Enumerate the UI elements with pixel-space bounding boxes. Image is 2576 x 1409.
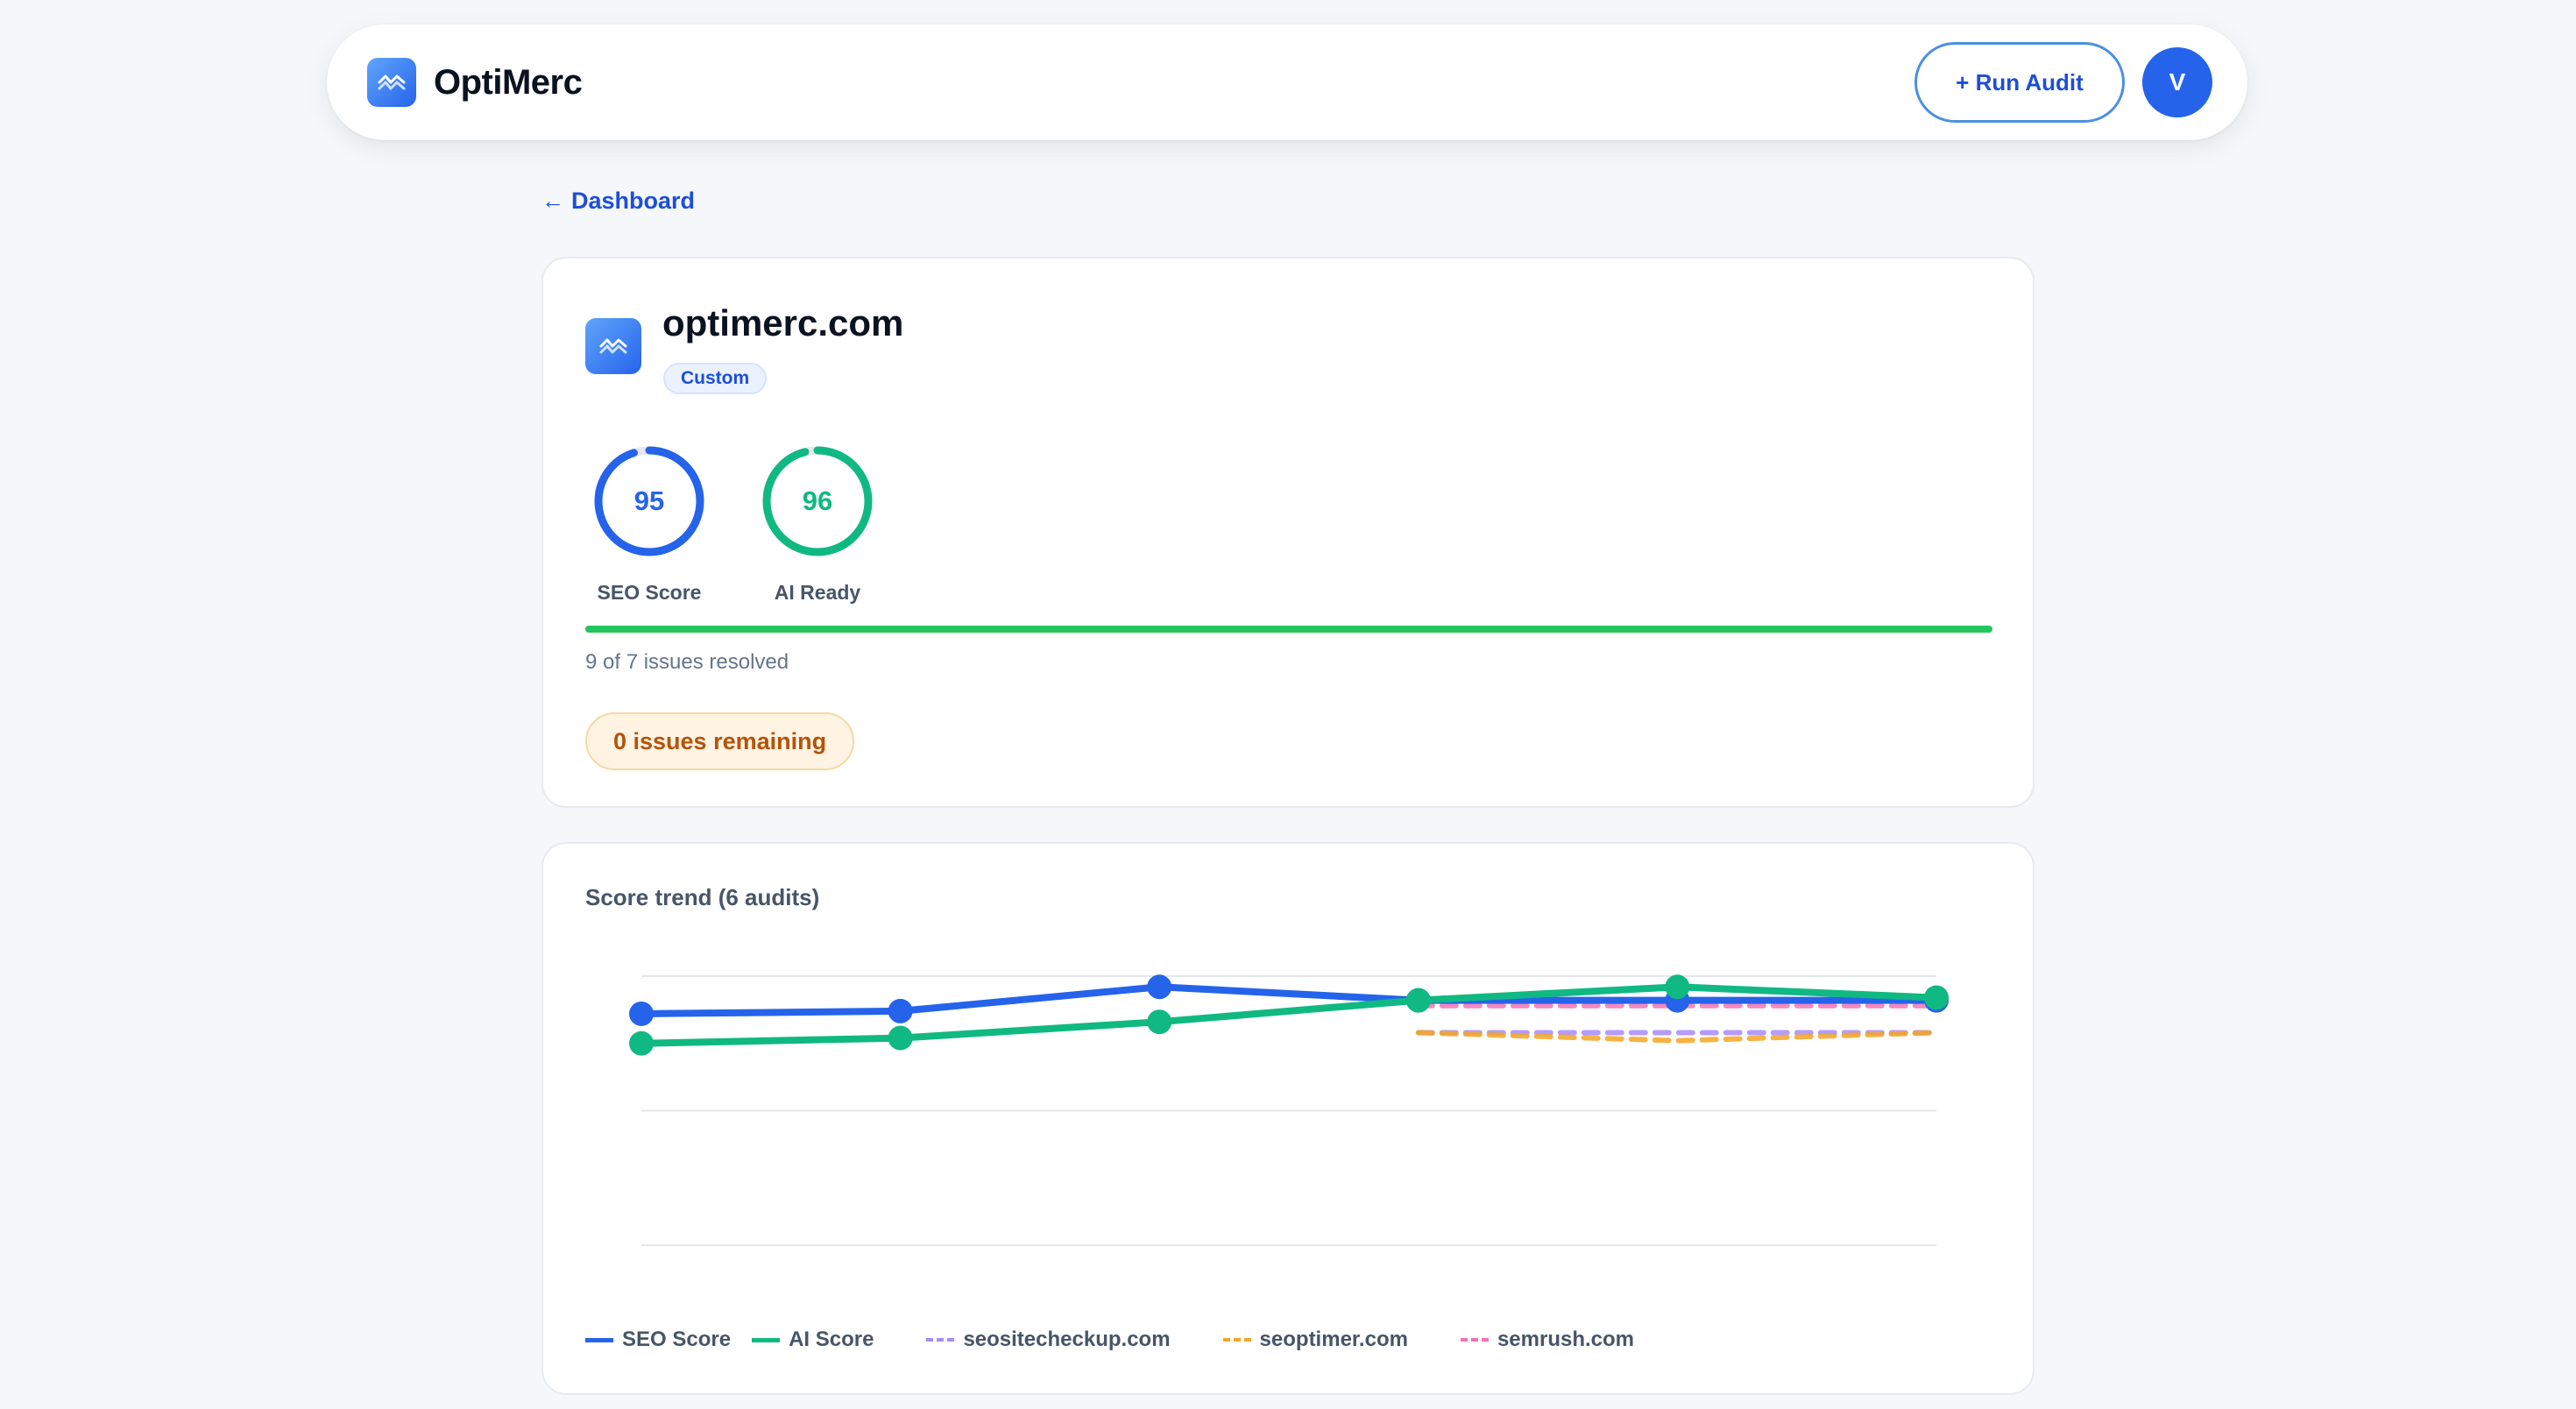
back-to-dashboard-link[interactable]: ← Dashboard: [541, 188, 695, 215]
legend-item[interactable]: SEO Score: [585, 1328, 731, 1352]
chart-legend: SEO Score AI Score seositecheckup.com seopt…: [585, 1328, 1687, 1352]
legend-item[interactable]: AI Score: [752, 1328, 874, 1352]
legend-label: semrush.com: [1497, 1328, 1635, 1351]
ai-ready-gauge: 96: [761, 444, 874, 558]
legend-item[interactable]: seoptimer.com: [1222, 1328, 1408, 1352]
seo-score-value: 95: [633, 485, 665, 516]
legend-swatch: [1222, 1338, 1251, 1342]
data-point[interactable]: [1924, 985, 1949, 1010]
data-point[interactable]: [1405, 988, 1431, 1013]
issues-remaining-badge[interactable]: 0 issues remaining: [585, 712, 855, 770]
user-avatar[interactable]: V: [2142, 47, 2212, 117]
run-audit-button[interactable]: + Run Audit: [1914, 42, 2125, 123]
site-summary-card: optimerc.com Custom 95 SEO Score 96 AI R…: [541, 257, 2035, 808]
legend-label: seositecheckup.com: [963, 1328, 1171, 1351]
legend-swatch: [926, 1338, 955, 1342]
data-point[interactable]: [888, 1025, 913, 1051]
back-link-label: Dashboard: [571, 188, 696, 214]
top-navbar: OptiMerc + Run Audit V: [327, 25, 2247, 140]
data-point[interactable]: [888, 998, 913, 1023]
issues-progress-bar: [585, 626, 1992, 633]
brand[interactable]: OptiMerc: [367, 58, 583, 107]
score-trend-card: Score trend (6 audits) SEO Score AI Score…: [541, 842, 2035, 1395]
data-point[interactable]: [629, 1001, 654, 1026]
plan-badge: Custom: [663, 363, 768, 394]
score-trend-chart: [629, 974, 1949, 1246]
legend-item[interactable]: semrush.com: [1460, 1328, 1635, 1352]
data-point[interactable]: [1665, 974, 1690, 1000]
app-name: OptiMerc: [434, 62, 583, 102]
legend-swatch: [752, 1337, 781, 1342]
data-point[interactable]: [1147, 1009, 1172, 1035]
issues-progress-fill: [585, 626, 1992, 633]
issues-resolved-text: 9 of 7 issues resolved: [585, 650, 789, 674]
legend-swatch: [585, 1337, 613, 1342]
seo-score-label: SEO Score: [597, 581, 702, 604]
data-point[interactable]: [629, 1030, 654, 1056]
legend-label: SEO Score: [622, 1328, 732, 1351]
arrow-left-icon: ←: [541, 188, 564, 214]
legend-label: seoptimer.com: [1259, 1328, 1408, 1351]
app-logo-icon: [367, 58, 416, 107]
seo-score-gauge: 95: [592, 444, 706, 558]
legend-label: AI Score: [789, 1328, 874, 1351]
site-domain: optimerc.com: [662, 302, 904, 343]
site-logo-icon: [585, 318, 641, 374]
ai-ready-value: 96: [802, 485, 833, 516]
data-point[interactable]: [1147, 974, 1172, 1000]
ai-ready-label: AI Ready: [774, 581, 861, 604]
legend-item[interactable]: seositecheckup.com: [926, 1328, 1171, 1352]
legend-swatch: [1460, 1338, 1489, 1342]
